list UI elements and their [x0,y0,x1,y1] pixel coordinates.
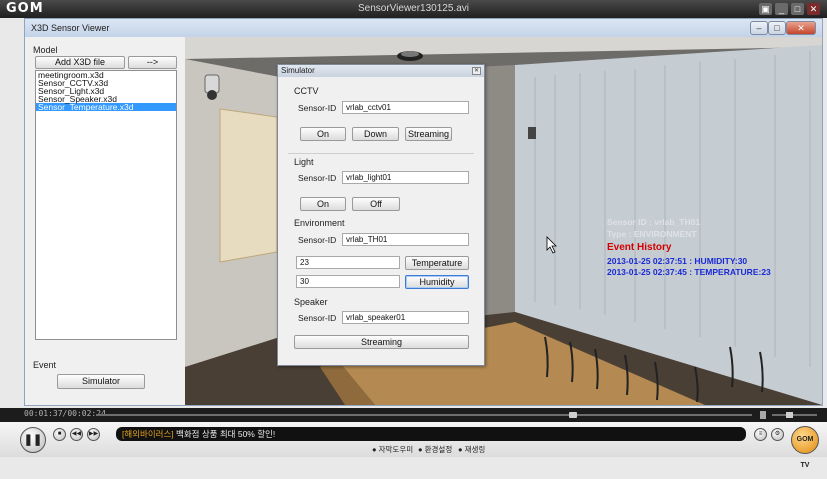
light-on-button[interactable]: On [300,197,346,211]
event-history-item: 2013-01-25 02:37:51 : HUMIDITY:30 [607,256,748,266]
player-controls: ❚❚ ■ ◀◀ ▶▶ [해외바이러스] 백화점 상품 최대 50% 할인! ≡ … [0,422,827,469]
cctv-down-button[interactable]: Down [352,127,399,141]
seek-bar[interactable] [96,412,752,418]
next-icon[interactable]: ▶▶ [87,428,100,441]
previous-icon[interactable]: ◀◀ [70,428,83,441]
gomtv-badge-icon[interactable]: GOM TV [791,426,819,469]
hud-sensor-id: Sensor ID : vrlab_TH01 [607,217,701,227]
environment-section-label: Environment [294,218,345,228]
seek-thumb[interactable] [569,412,577,418]
close-icon[interactable]: ✕ [786,21,816,35]
sensor-id-label: Sensor-ID [298,103,337,113]
volume-slider[interactable] [772,412,817,418]
environment-sensor-id-input[interactable]: vrlab_TH01 [342,233,469,246]
timecode: 00:01:37/00:02:24 [24,409,106,418]
playlist-icon[interactable]: ≡ [754,428,767,441]
event-history-item: 2013-01-25 02:37:45 : TEMPERATURE:23 [607,267,771,277]
temperature-button[interactable]: Temperature [405,256,469,270]
light-off-button[interactable]: Off [352,197,400,211]
player-file-title: SensorViewer130125.avi [357,3,469,14]
sensor-id-label: Sensor-ID [298,313,337,323]
humidity-button[interactable]: Humidity [405,275,469,289]
options-icon[interactable]: ⚙ [771,428,784,441]
subtitle-helper-link[interactable]: ● 자막도우미 [372,444,413,455]
app-titlebar: X3D Sensor Viewer – □ ✕ [25,19,822,37]
x3d-sensor-viewer-window: X3D Sensor Viewer – □ ✕ Model Add X3D fi… [24,18,823,406]
cctv-streaming-button[interactable]: Streaming [405,127,452,141]
temperature-value-input[interactable]: 23 [296,256,400,269]
player-minimize-icon[interactable]: _ [775,3,788,15]
player-close-icon[interactable]: ✕ [807,3,820,15]
simulator-button[interactable]: Simulator [57,374,145,389]
list-item-selected[interactable]: Sensor_Temperature.x3d [36,103,176,111]
model-file-list[interactable]: meetingroom.x3d Sensor_CCTV.x3d Sensor_L… [35,70,177,340]
playback-link[interactable]: ● 재생링 [458,444,485,455]
simulator-titlebar: Simulator ✕ [278,65,484,77]
close-icon[interactable]: ✕ [472,67,481,75]
cctv-on-button[interactable]: On [300,127,346,141]
stop-icon[interactable]: ■ [53,428,66,441]
model-label: Model [33,45,58,55]
link-label: 자막도우미 [378,445,414,454]
speaker-section-label: Speaker [294,297,328,307]
link-label: 재생링 [464,445,486,454]
player-maximize-icon[interactable]: □ [791,3,804,15]
sensor-id-label: Sensor-ID [298,235,337,245]
event-label: Event [33,360,57,370]
player-titlebar: GOM SensorViewer130125.avi ▣ _ □ ✕ [0,0,827,18]
volume-thumb[interactable] [786,412,793,418]
cctv-sensor-id-input[interactable]: vrlab_cctv01 [342,101,469,114]
light-section-label: Light [294,157,314,167]
humidity-value-input[interactable]: 30 [296,275,400,288]
hud-sensor-type: Type : ENVIRONMENT [607,229,697,239]
speaker-sensor-id-input[interactable]: vrlab_speaker01 [342,311,469,324]
settings-link[interactable]: ● 환경설정 [418,444,452,455]
ad-ticker[interactable]: [해외바이러스] 백화점 상품 최대 50% 할인! [116,427,746,441]
separator [288,153,474,154]
player-skin-icon[interactable]: ▣ [759,3,772,15]
light-sensor-id-input[interactable]: vrlab_light01 [342,171,469,184]
simulator-dialog: Simulator ✕ CCTV Sensor-ID vrlab_cctv01 … [277,64,485,366]
app-title: X3D Sensor Viewer [31,23,110,33]
simulator-title: Simulator [281,66,315,75]
ticker-text: 백화점 상품 최대 50% 할인! [176,429,276,439]
maximize-icon[interactable]: □ [768,21,786,35]
pause-icon[interactable]: ❚❚ [20,427,46,453]
arrow-button[interactable]: --> [128,56,177,69]
add-x3d-file-button[interactable]: Add X3D file [35,56,125,69]
volume-icon[interactable] [760,411,766,419]
seek-row: 00:01:37/00:02:24 [0,408,827,422]
ticker-tag: [해외바이러스] [122,429,174,439]
event-history-title: Event History [607,242,672,253]
minimize-icon[interactable]: – [750,21,768,35]
cctv-section-label: CCTV [294,86,319,96]
sensor-id-label: Sensor-ID [298,173,337,183]
speaker-streaming-button[interactable]: Streaming [294,335,469,349]
link-label: 환경설정 [424,445,453,454]
